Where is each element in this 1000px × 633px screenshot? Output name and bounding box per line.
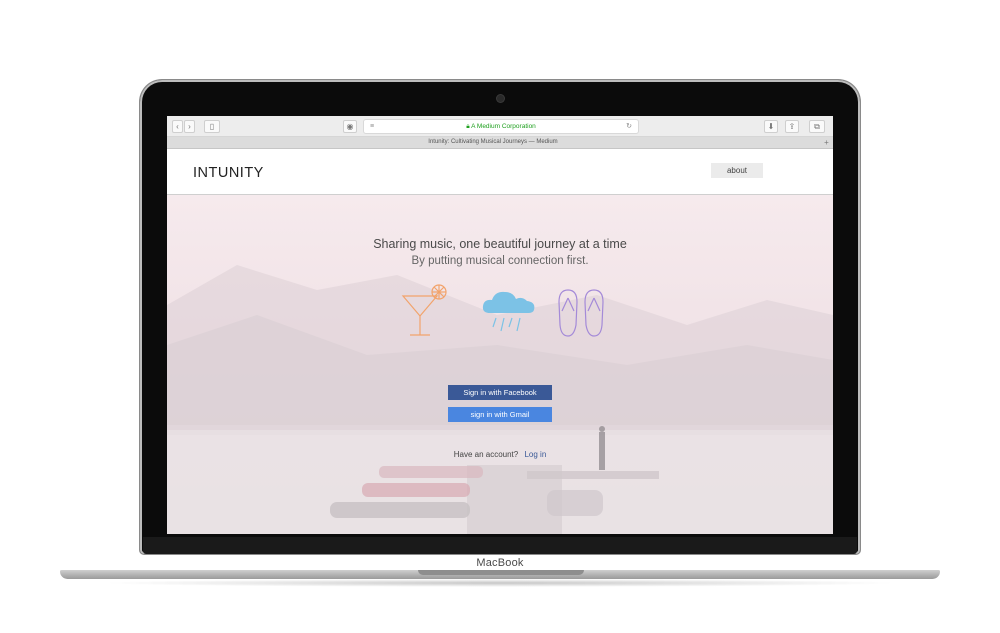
gmail-signin-button[interactable]: sign in with Gmail	[448, 407, 552, 422]
laptop-notch	[418, 570, 584, 575]
about-button[interactable]: about	[711, 163, 763, 178]
tabs-icon[interactable]: ⧉	[809, 120, 825, 133]
reload-icon[interactable]: ↻	[626, 120, 632, 133]
hero-tagline: Sharing music, one beautiful journey at …	[373, 237, 627, 251]
tab-title[interactable]: Intunity: Cultivating Musical Journeys —…	[167, 137, 819, 148]
privacy-icon[interactable]: ◉	[343, 120, 357, 133]
rain-cloud-icon	[482, 291, 535, 332]
camera-icon	[497, 95, 504, 102]
account-prompt: Have an account? Log in	[167, 450, 833, 459]
forward-icon[interactable]: ›	[184, 120, 195, 133]
hero-section: Sharing music, one beautiful journey at …	[167, 195, 833, 534]
download-icon[interactable]: ⬇	[764, 120, 778, 133]
facebook-signin-button[interactable]: Sign in with Facebook	[448, 385, 552, 400]
sidebar-icon[interactable]: ▯	[204, 120, 220, 133]
address-text: A Medium Corporation	[471, 123, 536, 130]
laptop-device: MacBook ‹ › ▯ ◉ ≡ 🔒︎ A Medium Corporatio…	[0, 0, 1000, 633]
screen: ‹ › ▯ ◉ ≡ 🔒︎ A Medium Corporation ↻ ⬇ ⇪ …	[167, 116, 833, 534]
cocktail-icon	[401, 284, 447, 336]
have-account-text: Have an account?	[453, 450, 519, 459]
lock-icon: 🔒︎	[466, 123, 470, 130]
site-logo[interactable]: INTUNITY	[193, 165, 264, 181]
device-brand: MacBook	[476, 557, 524, 569]
hero-subtagline: By putting musical connection first.	[411, 255, 589, 267]
flip-flops-icon	[558, 289, 604, 337]
back-icon[interactable]: ‹	[172, 120, 183, 133]
address-bar[interactable]: ≡ 🔒︎ A Medium Corporation ↻	[363, 119, 639, 134]
tab-bar: Intunity: Cultivating Musical Journeys —…	[167, 137, 833, 149]
laptop-shadow	[100, 579, 900, 587]
new-tab-icon[interactable]: +	[822, 138, 831, 147]
reader-icon[interactable]: ≡	[370, 120, 374, 133]
laptop-chin	[143, 537, 857, 554]
site-header: INTUNITY about	[167, 149, 833, 195]
share-icon[interactable]: ⇪	[785, 120, 799, 133]
browser-toolbar: ‹ › ▯ ◉ ≡ 🔒︎ A Medium Corporation ↻ ⬇ ⇪ …	[167, 116, 833, 137]
login-link[interactable]: Log in	[524, 450, 546, 459]
